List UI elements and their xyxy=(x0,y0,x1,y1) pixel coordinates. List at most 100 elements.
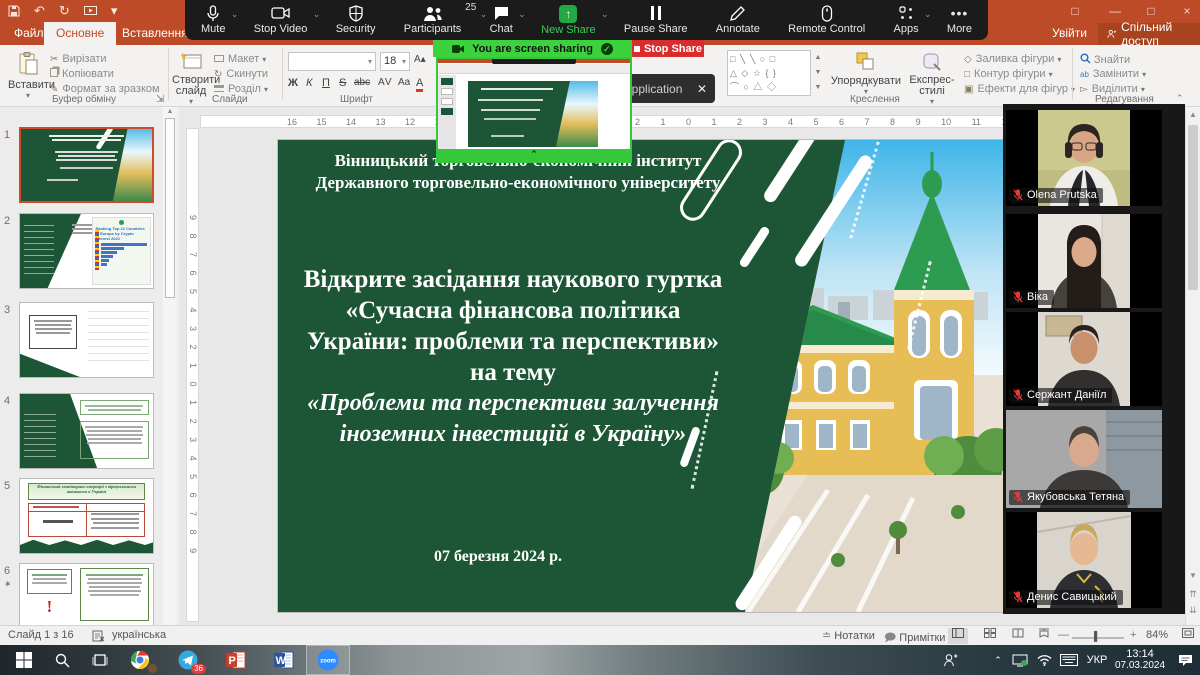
telegram-taskbar-icon[interactable]: 36 xyxy=(168,645,208,675)
slide-thumbnail-2[interactable]: Ranking Top 21 Countries in Europe by Cr… xyxy=(19,213,154,289)
shapes-more-icon[interactable]: ▼ xyxy=(813,80,823,95)
minimize-icon[interactable]: — xyxy=(1098,0,1132,22)
apps-chevron-icon[interactable]: ⌄ xyxy=(924,9,932,20)
normal-view-button[interactable] xyxy=(948,628,968,644)
remote-control-button[interactable]: Remote Control xyxy=(786,3,867,37)
strikethrough-button[interactable]: S xyxy=(339,77,346,89)
tab-home[interactable]: Основне xyxy=(44,22,116,45)
stop-share-button[interactable]: Stop Share xyxy=(632,40,704,57)
chat-chevron-icon[interactable]: ⌄ xyxy=(518,9,526,20)
shape-fill-button[interactable]: ◇Заливка фігури ▾ xyxy=(964,53,1061,65)
notes-button[interactable]: ≐ Нотатки xyxy=(822,629,875,642)
font-size-select[interactable]: 18▾ xyxy=(380,52,410,71)
powerpoint-taskbar-icon[interactable]: P xyxy=(216,645,256,675)
notification-close-icon[interactable]: ✕ xyxy=(697,82,707,96)
cut-button[interactable]: ✂Вирізати xyxy=(50,53,107,65)
wifi-tray-icon[interactable] xyxy=(1032,645,1056,675)
previous-slide-button[interactable]: ⇈ xyxy=(1186,587,1200,601)
zoom-in-button[interactable]: + xyxy=(1130,629,1136,641)
task-view-button[interactable] xyxy=(82,645,118,675)
mute-button[interactable]: Mute ⌄ xyxy=(199,3,227,37)
spell-check-icon[interactable] xyxy=(92,630,105,642)
zoom-slider-handle[interactable]: ▌ xyxy=(1094,631,1100,641)
slide-thumbnail-3[interactable] xyxy=(19,302,154,378)
chrome-taskbar-icon[interactable] xyxy=(120,645,160,675)
ribbon-display-options-icon[interactable]: □ xyxy=(1058,0,1092,22)
zoom-taskbar-icon-active[interactable]: zoom xyxy=(306,645,350,675)
document-scrollbar[interactable]: ▲ ▼ ⇈ ⇊ xyxy=(1185,107,1200,625)
apps-button[interactable]: Apps ⌄ xyxy=(892,3,921,37)
undo-icon[interactable]: ↶ xyxy=(34,3,45,19)
redo-icon[interactable]: ↻ xyxy=(59,3,70,19)
shapes-gallery[interactable]: □ ╲ ╲ ○ □ △ ◇ ☆ { } ⌒ ○ △ ◇ xyxy=(727,50,811,96)
preview-collapse-bar[interactable]: ⌃ xyxy=(438,149,630,161)
display-tray-icon[interactable] xyxy=(1008,645,1032,675)
participant-tile[interactable]: Віка xyxy=(1006,214,1162,308)
maximize-icon[interactable]: □ xyxy=(1134,0,1168,22)
slide-sorter-view-button[interactable] xyxy=(980,628,1000,644)
people-tray-icon[interactable] xyxy=(936,645,964,675)
clock-tray[interactable]: 13:14 07.03.2024 xyxy=(1112,645,1168,675)
bold-button[interactable]: Ж xyxy=(288,77,298,89)
pause-share-button[interactable]: Pause Share xyxy=(622,3,690,37)
reset-button[interactable]: ↻Скинути xyxy=(214,68,268,80)
shape-effects-button[interactable]: ▣Ефекти для фігур ▾ xyxy=(964,83,1075,95)
participant-tile[interactable]: Сержант Даніїл xyxy=(1006,312,1162,406)
slide-thumbnail-5[interactable]: Фінансовий моніторинг операцій з віртуал… xyxy=(19,478,154,554)
mute-chevron-icon[interactable]: ⌄ xyxy=(231,9,239,20)
paste-button[interactable]: Вставити ▾ xyxy=(8,52,48,100)
next-slide-button[interactable]: ⇊ xyxy=(1186,603,1200,617)
security-button[interactable]: Security xyxy=(334,3,378,37)
action-center-icon[interactable] xyxy=(1172,645,1198,675)
shapes-scroll-up-icon[interactable]: ▲ xyxy=(813,50,823,65)
new-share-chevron-icon[interactable]: ⌄ xyxy=(601,9,609,20)
font-name-select[interactable]: ▾ xyxy=(288,52,376,71)
arrange-button[interactable]: Упорядкувати ▾ xyxy=(828,52,904,96)
shapes-scroll-down-icon[interactable]: ▼ xyxy=(813,65,823,80)
scrollbar-handle[interactable] xyxy=(1188,125,1198,290)
stop-video-chevron-icon[interactable]: ⌄ xyxy=(313,9,321,20)
change-case-button[interactable]: Aa xyxy=(398,77,410,88)
keyboard-language-indicator[interactable]: УКР xyxy=(1082,645,1112,675)
share-access-button[interactable]: Спільний доступ xyxy=(1098,23,1200,45)
chat-button[interactable]: Chat ⌄ xyxy=(488,3,515,37)
scroll-down-icon[interactable]: ▼ xyxy=(1186,569,1200,583)
layout-button[interactable]: Макет ▾ xyxy=(214,53,266,65)
stop-video-button[interactable]: Stop Video ⌄ xyxy=(252,3,310,37)
slide-thumbnail-1[interactable] xyxy=(19,127,154,203)
participant-tile[interactable]: Денис Савицький xyxy=(1006,512,1162,608)
keyboard-tray-icon[interactable] xyxy=(1056,645,1082,675)
close-icon[interactable]: × xyxy=(1170,0,1200,22)
font-color-button[interactable]: А xyxy=(416,77,423,92)
participant-tile[interactable]: Olena Prutska xyxy=(1006,110,1162,206)
character-spacing-button[interactable]: AV xyxy=(378,77,393,88)
zoom-percentage[interactable]: 84% xyxy=(1146,629,1168,641)
slide-thumbnail-6[interactable]: ! xyxy=(19,563,154,625)
start-button[interactable] xyxy=(6,645,42,675)
scroll-up-icon[interactable]: ▲ xyxy=(1186,107,1200,123)
copy-button[interactable]: Копіювати xyxy=(50,68,114,80)
sign-in-button[interactable]: Увійти xyxy=(1052,26,1087,40)
qat-customize-icon[interactable]: ▾ xyxy=(111,3,118,19)
new-slide-button[interactable]: Створити слайд ▾ xyxy=(172,52,210,106)
shape-outline-button[interactable]: □Контур фігури ▾ xyxy=(964,68,1053,80)
replace-button[interactable]: abЗамінити ▾ xyxy=(1080,68,1146,80)
share-preview-window[interactable]: ⌃ xyxy=(436,57,632,163)
tray-expand-icon[interactable]: ⌃ xyxy=(988,645,1008,675)
slide-thumbnail-4[interactable] xyxy=(19,393,154,469)
word-taskbar-icon[interactable]: W xyxy=(264,645,304,675)
fit-slide-button[interactable] xyxy=(1178,628,1198,644)
underline-button[interactable]: П xyxy=(322,77,330,89)
abc-strikethrough-button[interactable]: abc xyxy=(354,77,370,88)
find-button[interactable]: Знайти xyxy=(1080,53,1130,66)
participants-chevron-icon[interactable]: ⌄ xyxy=(480,9,488,20)
reading-view-button[interactable] xyxy=(1008,628,1028,644)
more-button[interactable]: ••• More xyxy=(945,3,974,37)
participant-tile[interactable]: Якубовська Тетяна xyxy=(1006,410,1162,508)
collapse-ribbon-icon[interactable]: ⌃ xyxy=(1176,93,1184,104)
slideshow-view-button[interactable] xyxy=(1034,628,1054,644)
start-slideshow-icon[interactable] xyxy=(84,6,97,17)
thumb-scroll-up-icon[interactable]: ▲ xyxy=(163,107,177,117)
thumbnail-scrollbar[interactable]: ▲ xyxy=(163,107,177,625)
clipboard-dialog-launcher-icon[interactable]: ⇲ xyxy=(156,94,164,105)
